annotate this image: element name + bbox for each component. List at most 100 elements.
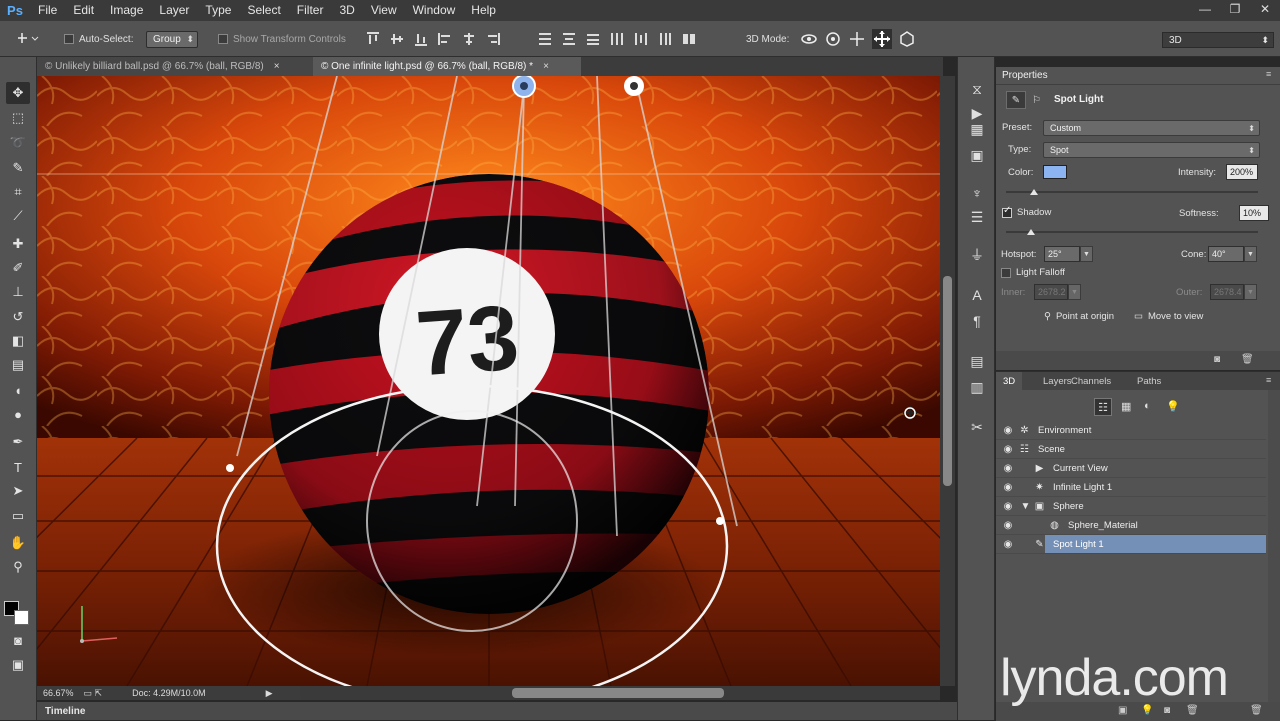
align-right-icon[interactable] [486, 32, 500, 46]
lights-filter-icon[interactable]: 💡 [1166, 400, 1180, 413]
light-properties-icon[interactable]: ✎ [1006, 91, 1026, 109]
cone-dropdown-arrow-icon[interactable]: ▼ [1244, 246, 1257, 262]
auto-select-checkbox[interactable] [64, 34, 74, 44]
layer-row-environment[interactable]: ◉ ✲ Environment [996, 421, 1266, 440]
menu-edit[interactable]: Edit [65, 0, 102, 21]
distribute-bottom-icon[interactable] [586, 32, 600, 46]
status-menu-arrow-icon[interactable]: ▶ [266, 688, 273, 699]
menu-view[interactable]: View [363, 0, 405, 21]
move-to-view-button[interactable]: ▭ Move to view [1134, 311, 1203, 322]
background-color-swatch[interactable] [14, 610, 29, 625]
eyedropper-tool-icon[interactable]: ⟋ [6, 205, 30, 227]
light-color-swatch[interactable] [1043, 165, 1067, 179]
expand-triangle-icon[interactable]: ▼ [1019, 500, 1032, 512]
vertical-scroll-thumb[interactable] [943, 276, 952, 486]
coordinates-icon[interactable]: ⚐ [1032, 95, 1041, 106]
notes-panel-icon[interactable]: ▤ [967, 351, 987, 371]
quick-select-tool-icon[interactable]: ✎ [6, 157, 30, 179]
menu-file[interactable]: File [30, 0, 65, 21]
point-at-origin-button[interactable]: ⚲ Point at origin [1044, 311, 1114, 322]
roll-3d-icon[interactable] [824, 30, 842, 48]
adjustments-panel-icon[interactable]: ☰ [967, 207, 987, 227]
light-handle-spot[interactable] [512, 76, 536, 98]
layer-comps-panel-icon[interactable]: ▥ [967, 377, 987, 397]
menu-image[interactable]: Image [102, 0, 151, 21]
horizontal-scrollbar[interactable] [300, 686, 940, 700]
gradient-tool-icon[interactable]: ▤ [6, 354, 30, 376]
brush-panel-icon[interactable]: ♆ [967, 183, 987, 203]
healing-tool-icon[interactable]: ✚ [6, 233, 30, 255]
close-tab-icon[interactable]: × [543, 61, 549, 72]
hotspot-dropdown-arrow-icon[interactable]: ▼ [1080, 246, 1093, 262]
marquee-tool-icon[interactable]: ⬚ [6, 107, 30, 129]
intensity-field[interactable]: 200% [1226, 164, 1258, 180]
info-panel-icon[interactable]: ⏚ [967, 245, 987, 265]
type-dropdown[interactable]: Spot [1043, 142, 1260, 158]
pen-tool-icon[interactable]: ✒ [6, 431, 30, 453]
auto-select-dropdown[interactable]: Group [146, 30, 198, 48]
distribute-right-icon[interactable] [658, 32, 672, 46]
stamp-tool-icon[interactable]: ⊥ [6, 281, 30, 303]
panel-menu-icon[interactable]: ≡ [1266, 69, 1271, 79]
softness-field[interactable]: 10% [1239, 205, 1269, 221]
move-tool-icon[interactable]: ✥ [6, 82, 30, 104]
eraser-tool-icon[interactable]: ◧ [6, 330, 30, 352]
history-panel-icon[interactable]: ⧖ [967, 79, 987, 99]
cone-field[interactable]: 40° [1208, 246, 1244, 262]
drag-3d-icon[interactable] [848, 30, 866, 48]
layers-scrollbar[interactable] [1268, 390, 1280, 702]
rotate-3d-icon[interactable] [800, 30, 818, 48]
align-left-icon[interactable] [438, 32, 452, 46]
quick-mask-icon[interactable]: ◙ [6, 629, 30, 651]
align-hcenter-icon[interactable] [462, 32, 476, 46]
crop-tool-icon[interactable]: ⌗ [6, 181, 30, 203]
status-icons[interactable]: ▭ ⇱ [84, 688, 103, 699]
outer-field[interactable]: 2678.4 [1210, 284, 1244, 300]
distribute-vcenter-icon[interactable] [562, 32, 576, 46]
menu-select[interactable]: Select [239, 0, 288, 21]
panel-menu-icon[interactable]: ≡ [1266, 375, 1271, 385]
tab-infinite-light[interactable]: © One infinite light.psd @ 66.7% (ball, … [313, 57, 581, 76]
materials-filter-icon[interactable]: ◐ [1144, 400, 1151, 412]
paragraph-panel-icon[interactable]: ¶ [967, 311, 987, 331]
layer-row-infinite-light[interactable]: ◉ ✷ Infinite Light 1 [996, 478, 1266, 497]
layer-row-sphere-material[interactable]: ◉ ◍ Sphere_Material [996, 516, 1266, 535]
intensity-slider-thumb[interactable] [1029, 189, 1038, 195]
visibility-eye-icon[interactable]: ◉ [1001, 538, 1015, 550]
visibility-eye-icon[interactable]: ◉ [1001, 481, 1015, 493]
timeline-panel-tab[interactable]: Timeline [37, 702, 957, 720]
slide-3d-icon[interactable] [872, 29, 892, 49]
menu-filter[interactable]: Filter [289, 0, 332, 21]
show-transform-checkbox[interactable] [218, 34, 228, 44]
dodge-tool-icon[interactable]: ● [6, 403, 30, 425]
shape-tool-icon[interactable]: ▭ [6, 505, 30, 527]
menu-window[interactable]: Window [405, 0, 464, 21]
menu-3d[interactable]: 3D [331, 0, 362, 21]
align-bottom-icon[interactable] [414, 32, 428, 46]
softness-slider[interactable] [1006, 229, 1258, 235]
type-tool-icon[interactable]: T [6, 456, 30, 478]
outer-dropdown-arrow-icon[interactable]: ▼ [1244, 284, 1257, 300]
horizontal-scroll-thumb[interactable] [512, 688, 724, 698]
menu-type[interactable]: Type [197, 0, 239, 21]
zoom-tool-icon[interactable]: ⚲ [6, 556, 30, 578]
tab-3d[interactable]: 3D [996, 372, 1023, 390]
new-light-icon[interactable]: ◙ [1214, 354, 1220, 365]
distribute-top-icon[interactable] [538, 32, 552, 46]
blur-tool-icon[interactable]: ◖ [6, 379, 30, 401]
visibility-eye-icon[interactable]: ◉ [1001, 519, 1015, 531]
scale-3d-icon[interactable] [898, 30, 916, 48]
tool-presets-panel-icon[interactable]: ✂ [967, 417, 987, 437]
intensity-slider[interactable] [1006, 189, 1258, 195]
document-canvas[interactable]: 73 [37, 76, 940, 686]
align-vcenter-icon[interactable] [390, 32, 404, 46]
history-brush-tool-icon[interactable]: ↺ [6, 306, 30, 328]
character-panel-icon[interactable]: A [967, 285, 987, 305]
hotspot-field[interactable]: 25° [1044, 246, 1080, 262]
whole-scene-filter-icon[interactable]: ☷ [1094, 398, 1112, 416]
close-window-button[interactable]: ✕ [1250, 0, 1280, 18]
inner-field[interactable]: 2678.2 [1034, 284, 1068, 300]
move-tool-preset-icon[interactable] [18, 21, 40, 57]
distribute-hcenter-icon[interactable] [634, 32, 648, 46]
menu-help[interactable]: Help [463, 0, 504, 21]
